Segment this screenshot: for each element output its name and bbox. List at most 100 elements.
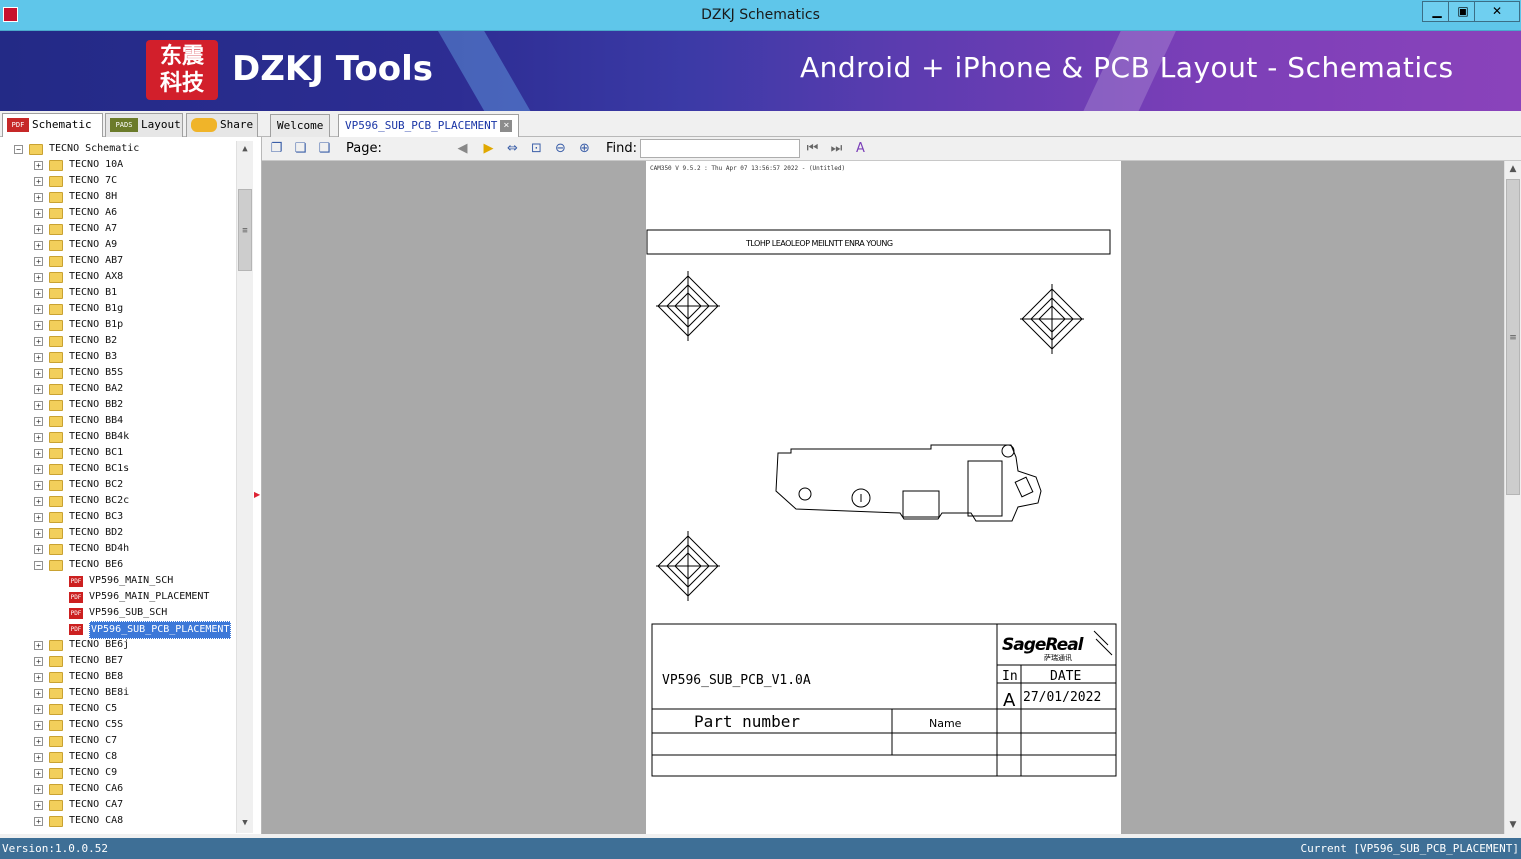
tree-folder-item[interactable]: + TECNO C5: [0, 701, 234, 717]
viewer-scrollbar[interactable]: ▲ ≡ ▼: [1504, 161, 1521, 834]
tab-welcome[interactable]: Welcome: [270, 114, 331, 137]
tree-folder-item[interactable]: + TECNO 10A: [0, 157, 234, 173]
tree-folder-item[interactable]: + TECNO BE8i: [0, 685, 234, 701]
tree-folder-item[interactable]: + TECNO BD4h: [0, 541, 234, 557]
tree-folder-item[interactable]: + TECNO C8: [0, 749, 234, 765]
tree-folder-item[interactable]: + TECNO A7: [0, 221, 234, 237]
tree-folder-item[interactable]: + TECNO CA7: [0, 797, 234, 813]
tab-schematic[interactable]: PDF Schematic: [2, 113, 103, 137]
copy-icon[interactable]: ❏: [292, 140, 309, 157]
expand-icon[interactable]: +: [34, 209, 43, 218]
expand-icon[interactable]: +: [34, 257, 43, 266]
panel-splitter-icon[interactable]: ▶: [254, 490, 260, 499]
tree-folder-item[interactable]: + TECNO BD2: [0, 525, 234, 541]
scroll-up-icon[interactable]: ▲: [1505, 161, 1521, 178]
tree-folder-item[interactable]: + TECNO BB4: [0, 413, 234, 429]
expand-icon[interactable]: +: [34, 657, 43, 666]
fit-width-icon[interactable]: ⇔: [504, 140, 521, 157]
copy-page-icon[interactable]: ❐: [268, 140, 285, 157]
tree-folder-item[interactable]: + TECNO BC2c: [0, 493, 234, 509]
expand-icon[interactable]: +: [34, 721, 43, 730]
expand-icon[interactable]: +: [34, 769, 43, 778]
tree-folder-item[interactable]: − TECNO BE6: [0, 557, 234, 573]
expand-icon[interactable]: +: [34, 465, 43, 474]
tree-folder-item[interactable]: + TECNO BB2: [0, 397, 234, 413]
tree-folder-item[interactable]: + TECNO B1: [0, 285, 234, 301]
expand-icon[interactable]: +: [34, 305, 43, 314]
expand-icon[interactable]: +: [34, 161, 43, 170]
tree-folder-item[interactable]: + TECNO B5S: [0, 365, 234, 381]
tree-file-item[interactable]: PDF VP596_SUB_SCH: [0, 605, 234, 621]
tree-folder-item[interactable]: + TECNO C7: [0, 733, 234, 749]
expand-icon[interactable]: +: [34, 497, 43, 506]
collapse-icon[interactable]: −: [34, 561, 43, 570]
tab-vp596-sub-pcb-placement[interactable]: VP596_SUB_PCB_PLACEMENT ×: [338, 114, 520, 137]
tree-folder-item[interactable]: + TECNO CA8: [0, 813, 234, 829]
expand-icon[interactable]: +: [34, 705, 43, 714]
tree-folder-item[interactable]: + TECNO BE7: [0, 653, 234, 669]
tree-folder-item[interactable]: + TECNO BB4k: [0, 429, 234, 445]
expand-icon[interactable]: +: [34, 801, 43, 810]
scroll-thumb[interactable]: ≡: [1506, 179, 1520, 495]
collapse-icon[interactable]: −: [14, 145, 23, 154]
fit-page-icon[interactable]: ⊡: [528, 140, 545, 157]
expand-icon[interactable]: +: [34, 401, 43, 410]
tab-layout[interactable]: PADS Layout: [105, 113, 183, 137]
expand-icon[interactable]: +: [34, 353, 43, 362]
tree-folder-item[interactable]: + TECNO B1p: [0, 317, 234, 333]
tree-folder-item[interactable]: + TECNO BE6j: [0, 637, 234, 653]
tree-folder-item[interactable]: + TECNO 7C: [0, 173, 234, 189]
tree-folder-item[interactable]: + TECNO B2: [0, 333, 234, 349]
tree-file-item[interactable]: PDF VP596_SUB_PCB_PLACEMENT: [0, 621, 234, 639]
tree-folder-item[interactable]: + TECNO C9: [0, 765, 234, 781]
tree-file-item[interactable]: PDF VP596_MAIN_SCH: [0, 573, 234, 589]
expand-icon[interactable]: +: [34, 689, 43, 698]
expand-icon[interactable]: +: [34, 753, 43, 762]
tree-folder-item[interactable]: + TECNO A6: [0, 205, 234, 221]
tree-folder-item[interactable]: + TECNO BC1: [0, 445, 234, 461]
scroll-down-icon[interactable]: ▼: [237, 815, 253, 832]
tree-folder-item[interactable]: + TECNO B3: [0, 349, 234, 365]
tree-folder-item[interactable]: + TECNO BC2: [0, 477, 234, 493]
find-next-icon[interactable]: ⏭: [828, 140, 845, 157]
tree-folder-item[interactable]: + TECNO AB7: [0, 253, 234, 269]
expand-icon[interactable]: +: [34, 673, 43, 682]
tree-folder-item[interactable]: + TECNO BC3: [0, 509, 234, 525]
next-page-icon[interactable]: ▶: [480, 140, 497, 157]
expand-icon[interactable]: +: [34, 417, 43, 426]
find-previous-icon[interactable]: ⏮: [804, 140, 821, 157]
tree-folder-item[interactable]: + TECNO BA2: [0, 381, 234, 397]
expand-icon[interactable]: +: [34, 289, 43, 298]
expand-icon[interactable]: +: [34, 737, 43, 746]
expand-icon[interactable]: +: [34, 481, 43, 490]
paste-icon[interactable]: ❑: [316, 140, 333, 157]
tree-root[interactable]: − TECNO Schematic: [0, 141, 234, 157]
scroll-thumb[interactable]: ≡: [238, 189, 252, 271]
tree-folder-item[interactable]: + TECNO BE8: [0, 669, 234, 685]
scroll-up-icon[interactable]: ▲: [237, 141, 253, 158]
expand-icon[interactable]: +: [34, 513, 43, 522]
zoom-in-icon[interactable]: ⊕: [576, 140, 593, 157]
tree-folder-item[interactable]: + TECNO BC1s: [0, 461, 234, 477]
tree-file-item[interactable]: PDF VP596_MAIN_PLACEMENT: [0, 589, 234, 605]
expand-icon[interactable]: +: [34, 817, 43, 826]
tree-folder-item[interactable]: + TECNO 8H: [0, 189, 234, 205]
expand-icon[interactable]: +: [34, 321, 43, 330]
scroll-down-icon[interactable]: ▼: [1505, 817, 1521, 834]
expand-icon[interactable]: +: [34, 193, 43, 202]
expand-icon[interactable]: +: [34, 273, 43, 282]
expand-icon[interactable]: +: [34, 449, 43, 458]
expand-icon[interactable]: +: [34, 241, 43, 250]
tree-folder-item[interactable]: + TECNO CA6: [0, 781, 234, 797]
close-tab-icon[interactable]: ×: [500, 120, 513, 132]
expand-icon[interactable]: +: [34, 529, 43, 538]
tree-folder-item[interactable]: + TECNO C5S: [0, 717, 234, 733]
expand-icon[interactable]: +: [34, 785, 43, 794]
tree-folder-item[interactable]: + TECNO A9: [0, 237, 234, 253]
expand-icon[interactable]: +: [34, 369, 43, 378]
document-viewer[interactable]: CAM350 V 9.5.2 : Thu Apr 07 13:56:57 202…: [262, 161, 1504, 834]
find-input[interactable]: [640, 139, 800, 158]
expand-icon[interactable]: +: [34, 641, 43, 650]
tab-share[interactable]: Share: [186, 113, 258, 137]
previous-page-icon[interactable]: ◀: [454, 140, 471, 157]
